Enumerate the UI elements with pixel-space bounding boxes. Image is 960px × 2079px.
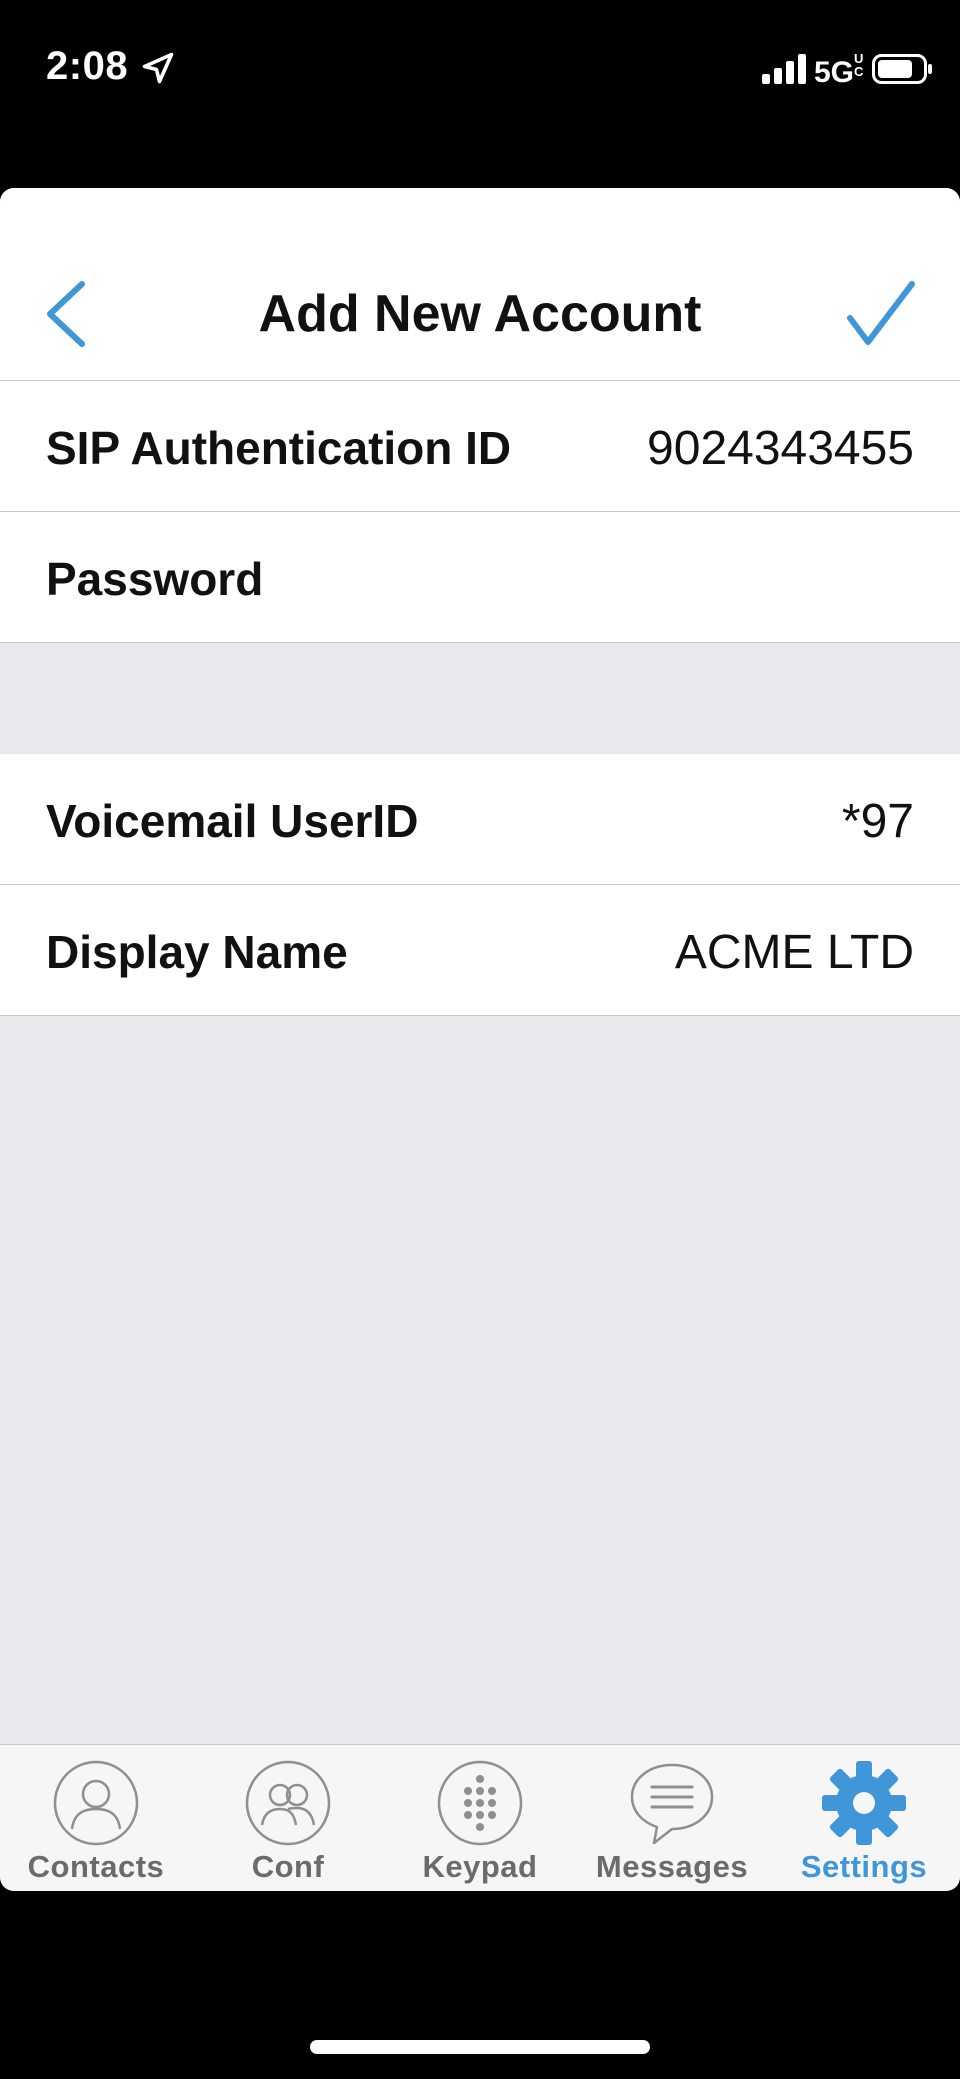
account-details-group: Voicemail UserID *97 Display Name ACME L…	[0, 754, 960, 1016]
tab-bar: Contacts Conf Keypad Messages Settings	[0, 1744, 960, 1891]
tab-conf[interactable]: Conf	[192, 1745, 384, 1891]
page-title: Add New Account	[258, 285, 702, 343]
display-name-value[interactable]: ACME LTD	[675, 925, 914, 980]
battery-icon	[872, 54, 932, 84]
tab-label-messages: Messages	[595, 1849, 749, 1884]
tab-label-settings: Settings	[800, 1849, 928, 1884]
tab-label-keypad: Keypad	[422, 1849, 538, 1884]
keypad-icon	[437, 1760, 523, 1846]
phone-screen: 2:08 5GUC Add New Account SIP Authentica…	[0, 0, 960, 2079]
sip-auth-id-label: SIP Authentication ID	[46, 422, 512, 474]
tab-label-contacts: Contacts	[27, 1849, 165, 1884]
voicemail-userid-label: Voicemail UserID	[46, 795, 419, 847]
password-row[interactable]: Password	[0, 512, 960, 643]
contact-icon	[53, 1760, 139, 1846]
signal-strength-icon	[762, 54, 806, 84]
navigation-header: Add New Account	[0, 188, 960, 381]
sip-auth-id-value[interactable]: 9024343455	[647, 421, 914, 476]
checkmark-icon[interactable]	[846, 280, 916, 350]
display-name-label: Display Name	[46, 926, 348, 978]
gear-icon	[822, 1761, 906, 1845]
status-bar: 2:08 5GUC	[0, 0, 960, 140]
tab-settings[interactable]: Settings	[768, 1745, 960, 1891]
voicemail-userid-row[interactable]: Voicemail UserID *97	[0, 754, 960, 885]
add-account-sheet: Add New Account SIP Authentication ID 90…	[0, 188, 960, 1891]
credentials-group: SIP Authentication ID 9024343455 Passwor…	[0, 381, 960, 643]
network-suffix: UC	[854, 51, 864, 79]
tab-contacts[interactable]: Contacts	[0, 1745, 192, 1891]
voicemail-userid-value[interactable]: *97	[842, 794, 914, 849]
display-name-row[interactable]: Display Name ACME LTD	[0, 885, 960, 1016]
tab-keypad[interactable]: Keypad	[384, 1745, 576, 1891]
network-type: 5GUC	[814, 52, 866, 90]
home-indicator[interactable]	[310, 2040, 650, 2054]
message-icon	[630, 1763, 714, 1845]
status-time: 2:08	[46, 44, 129, 88]
tab-label-conf: Conf	[251, 1849, 325, 1884]
password-label: Password	[46, 553, 264, 605]
tab-messages[interactable]: Messages	[576, 1745, 768, 1891]
conference-icon	[245, 1760, 331, 1846]
location-arrow-icon	[142, 52, 174, 84]
sip-auth-id-row[interactable]: SIP Authentication ID 9024343455	[0, 381, 960, 512]
